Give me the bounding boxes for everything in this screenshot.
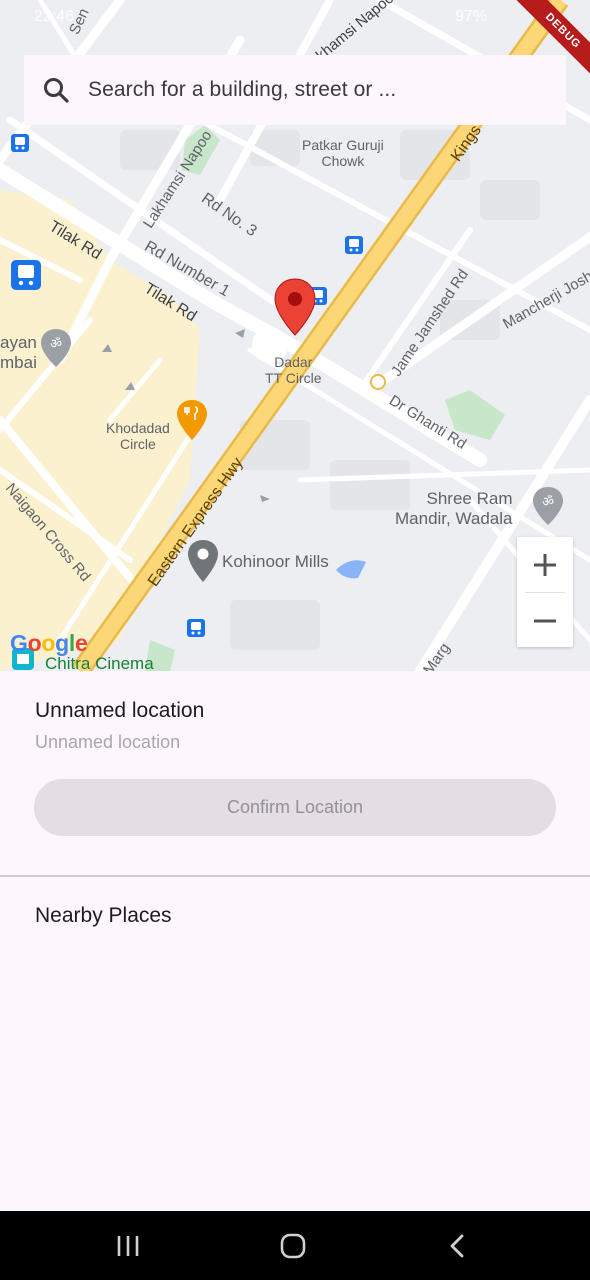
back-button[interactable] (418, 1211, 498, 1280)
system-nav-bar (0, 1211, 590, 1280)
status-battery: 97% (455, 8, 488, 25)
restaurant-icon[interactable] (177, 400, 207, 445)
location-subtitle: Unnamed location (35, 732, 181, 752)
recents-icon (117, 1235, 139, 1256)
transit-icon[interactable] (11, 260, 41, 295)
zoom-out-button[interactable] (517, 593, 573, 648)
place-label: Shree Ram Mandir, Wadala (395, 489, 513, 529)
temple-icon[interactable]: ॐ (533, 487, 563, 530)
location-title: Unnamed location (35, 699, 205, 722)
place-label: Kohinoor Mills (222, 552, 329, 571)
divider (0, 875, 590, 877)
place-label: Khodadad Circle (106, 420, 170, 453)
back-icon (450, 1234, 464, 1257)
search-icon[interactable] (24, 76, 88, 104)
zoom-in-button[interactable] (517, 537, 573, 592)
nearby-places-title: Nearby Places (35, 904, 172, 927)
home-button[interactable] (253, 1211, 333, 1280)
plus-icon (534, 553, 556, 576)
place-label: Dadar TT Circle (265, 354, 322, 387)
svg-text:ॐ: ॐ (542, 495, 554, 510)
location-sheet: Unnamed location Unnamed location Confir… (0, 671, 590, 1211)
map-view[interactable]: Tilak Rd Tilak Rd Rd Number 1 Rd No. 3 L… (0, 0, 590, 671)
temple-icon[interactable]: ॐ (41, 329, 71, 372)
search-input[interactable]: Search for a building, street or ... (88, 78, 396, 102)
zoom-controls (517, 537, 573, 647)
transit-icon[interactable] (187, 619, 205, 642)
transit-icon[interactable] (11, 134, 29, 157)
confirm-location-button[interactable]: Confirm Location (34, 779, 556, 836)
place-marker-icon[interactable] (188, 540, 218, 587)
search-bar[interactable]: Search for a building, street or ... (24, 55, 566, 125)
transit-icon[interactable] (345, 236, 363, 259)
recents-button[interactable] (88, 1211, 168, 1280)
place-label: ayan mbai (0, 333, 37, 373)
status-time: 22:46 (34, 8, 75, 25)
google-logo: Google (10, 630, 88, 656)
place-label: Patkar Guruji Chowk (302, 137, 384, 170)
home-icon (280, 1233, 306, 1258)
minus-icon (534, 619, 556, 622)
location-pin-icon[interactable] (274, 278, 316, 341)
svg-text:ॐ: ॐ (50, 337, 62, 352)
